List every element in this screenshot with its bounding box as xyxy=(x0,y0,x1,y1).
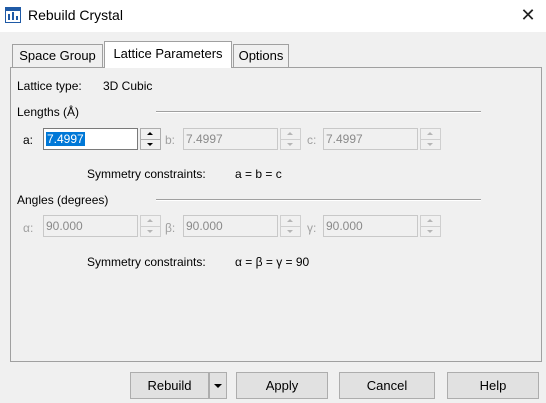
lattice-type-label: Lattice type: xyxy=(17,79,82,93)
length-b-value: 7.4997 xyxy=(186,132,223,146)
angle-alpha-spin-down-icon xyxy=(141,226,160,236)
tab-options[interactable]: Options xyxy=(233,44,289,67)
angle-alpha-label: α: xyxy=(23,221,34,235)
dialog-body: Space Group Lattice Parameters Options L… xyxy=(0,32,546,403)
help-button-label: Help xyxy=(479,378,507,393)
angles-divider xyxy=(156,199,481,201)
close-icon[interactable]: ✕ xyxy=(519,6,537,24)
cancel-button-label: Cancel xyxy=(366,378,408,393)
length-constraints-label: Symmetry constraints: xyxy=(87,167,206,181)
lengths-divider xyxy=(156,111,481,113)
angle-alpha-input: 90.000 xyxy=(43,215,138,237)
angle-gamma-label: γ: xyxy=(307,221,317,235)
length-b-input: 7.4997 xyxy=(183,128,278,150)
rebuild-button-label: Rebuild xyxy=(147,378,192,393)
length-a-spinner[interactable] xyxy=(140,128,161,150)
apply-button[interactable]: Apply xyxy=(236,372,328,399)
angle-beta-input: 90.000 xyxy=(183,215,278,237)
length-c-label: c: xyxy=(307,133,317,147)
lengths-heading: Lengths (Å) xyxy=(17,105,80,119)
help-button[interactable]: Help xyxy=(447,372,539,399)
angle-gamma-spin-down-icon xyxy=(421,226,440,236)
apply-button-label: Apply xyxy=(265,378,299,393)
length-b-label: b: xyxy=(165,133,176,147)
angle-gamma-spinner xyxy=(420,215,441,237)
length-c-input: 7.4997 xyxy=(323,128,418,150)
length-c-value: 7.4997 xyxy=(326,132,363,146)
angle-alpha-spinner xyxy=(140,215,161,237)
tab-space-group[interactable]: Space Group xyxy=(12,44,103,67)
angle-constraints-value: α = β = γ = 90 xyxy=(235,255,310,269)
length-c-spinner xyxy=(420,128,441,150)
title-bar: Rebuild Crystal ✕ xyxy=(0,0,546,32)
length-a-label: a: xyxy=(23,133,34,147)
cancel-button[interactable]: Cancel xyxy=(339,372,435,399)
length-b-spin-down-icon xyxy=(281,139,300,149)
tab-space-group-label: Space Group xyxy=(19,48,96,63)
angle-beta-value: 90.000 xyxy=(186,219,223,233)
rebuild-dropdown-button[interactable] xyxy=(209,372,227,399)
lattice-type-value: 3D Cubic xyxy=(103,79,153,93)
length-constraints-value: a = b = c xyxy=(235,167,282,181)
lattice-parameters-panel: Lattice type: 3D Cubic Lengths (Å) a: 7.… xyxy=(10,67,542,362)
tab-lattice-parameters[interactable]: Lattice Parameters xyxy=(104,41,232,68)
angle-gamma-value: 90.000 xyxy=(326,219,363,233)
dropdown-arrow-icon xyxy=(214,384,222,388)
angle-alpha-value: 90.000 xyxy=(46,219,83,233)
rebuild-crystal-app-icon xyxy=(5,7,21,23)
length-c-spin-down-icon xyxy=(421,139,440,149)
length-b-spinner xyxy=(280,128,301,150)
tab-options-label: Options xyxy=(238,48,284,63)
length-a-spin-down-icon[interactable] xyxy=(141,139,160,149)
window-title: Rebuild Crystal xyxy=(28,7,123,23)
angle-beta-label: β: xyxy=(165,221,176,235)
angle-gamma-input: 90.000 xyxy=(323,215,418,237)
tab-lattice-parameters-label: Lattice Parameters xyxy=(113,46,223,61)
angle-beta-spinner xyxy=(280,215,301,237)
rebuild-button[interactable]: Rebuild xyxy=(130,372,209,399)
length-a-input[interactable]: 7.4997 xyxy=(43,128,138,150)
angle-constraints-label: Symmetry constraints: xyxy=(87,255,206,269)
angles-heading: Angles (degrees) xyxy=(17,193,109,207)
angle-beta-spin-down-icon xyxy=(281,226,300,236)
length-a-value: 7.4997 xyxy=(46,132,85,146)
